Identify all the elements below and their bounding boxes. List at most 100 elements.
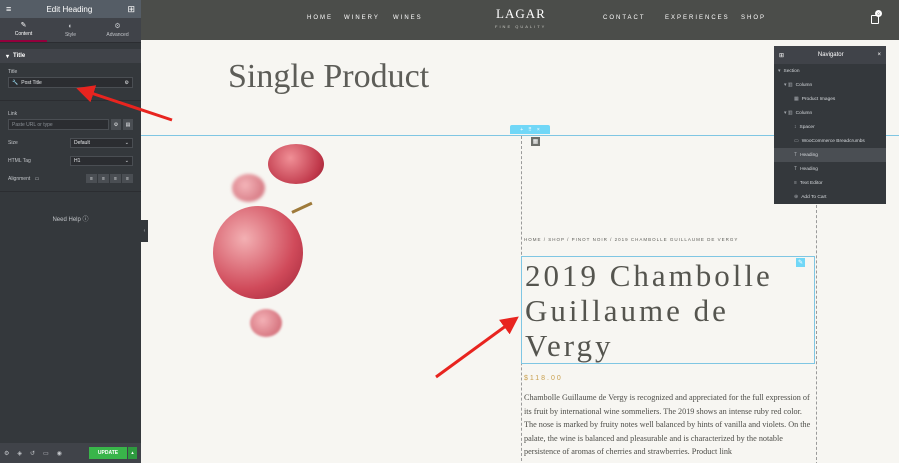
product-title[interactable]: 2019 Chambolle Guillaume de Vergy <box>525 258 805 363</box>
navigator-item-heading[interactable]: T Heading <box>774 148 886 162</box>
title-label: Title <box>8 69 18 75</box>
need-help-link[interactable]: Need Help ⓘ <box>0 214 141 223</box>
text-editor-icon: ≡ <box>794 180 797 186</box>
site-logo[interactable]: LAGAR <box>496 6 546 22</box>
layers-icon[interactable]: ◈ <box>17 450 22 457</box>
navigator-item-label: Product Images <box>801 96 836 102</box>
heading-icon: T <box>794 166 798 172</box>
gear-icon: ⚙ <box>114 23 121 30</box>
grape-image <box>232 174 265 202</box>
align-left-icon[interactable]: ≡ <box>86 174 97 183</box>
expand-all-icon[interactable]: ⊞ <box>779 52 784 59</box>
navigator-item-spacer[interactable]: ↕ Spacer <box>774 120 886 134</box>
navigator-header[interactable]: ⊞ Navigator × <box>774 46 886 64</box>
navigator-item-text-editor[interactable]: ≡ Text Editor <box>774 176 886 190</box>
collapse-panel-icon[interactable]: ‹ <box>141 220 148 242</box>
navigator-title: Navigator <box>817 52 844 58</box>
title-field[interactable]: 🔧 Post Title ⚙ <box>8 77 133 88</box>
pencil-icon: ✎ <box>20 22 27 29</box>
hamburger-menu-icon[interactable]: ≡ <box>6 4 11 14</box>
link-row: Paste URL or type ⚙ ▤ <box>8 119 133 130</box>
navigator-item-section[interactable]: ▾ Section <box>774 64 886 78</box>
drag-handle-icon[interactable]: ⠿ <box>528 127 532 133</box>
edit-pencil-icon[interactable]: ✎ <box>796 258 805 267</box>
nav-home[interactable]: HOME <box>307 15 333 21</box>
tab-content[interactable]: ✎ Content <box>0 18 47 42</box>
html-tag-select[interactable]: H1 ⌄ <box>70 156 133 166</box>
size-label: Size <box>8 140 18 146</box>
navigator-item-add-to-cart[interactable]: ⊕ Add To Cart <box>774 190 886 204</box>
navigator-item-breadcrumbs[interactable]: ▭ WooCommerce Breadcrumbs <box>774 134 886 148</box>
tab-style-label: Style <box>64 31 77 38</box>
add-icon[interactable]: + <box>520 127 523 133</box>
navigator-item-label: Column <box>795 110 813 116</box>
settings-icon[interactable]: ⚙ <box>4 450 9 457</box>
navigator-item-label: Add To Cart <box>801 194 827 200</box>
navigator-item-heading[interactable]: T Heading <box>774 162 886 176</box>
divider <box>0 100 141 101</box>
tab-content-label: Content <box>14 31 33 37</box>
nav-winery[interactable]: WINERY <box>344 15 380 21</box>
breadcrumbs-icon: ▭ <box>794 138 799 144</box>
annotation-arrow <box>435 316 519 379</box>
align-center-icon[interactable]: ≡ <box>98 174 109 183</box>
align-right-icon[interactable]: ≡ <box>110 174 121 183</box>
navigator-panel: ⊞ Navigator × ▾ Section ▾ ▥ Column ▦ Pro… <box>774 46 886 204</box>
section-title-toggle[interactable]: ▾ Title <box>0 49 141 63</box>
link-input[interactable]: Paste URL or type <box>8 119 109 130</box>
grape-image <box>250 309 282 337</box>
editor-sidebar: ≡ Edit Heading ⊞ ✎ Content ◐ Style ⚙ Adv… <box>0 0 141 463</box>
dynamic-tags-icon[interactable]: ▤ <box>123 119 133 130</box>
nav-experiences[interactable]: EXPERIENCES <box>665 15 730 21</box>
sidebar-title: Edit Heading <box>46 4 93 14</box>
navigator-item-column[interactable]: ▾ ▥ Column <box>774 106 886 120</box>
tab-advanced[interactable]: ⚙ Advanced <box>94 18 141 42</box>
size-select[interactable]: Default ⌄ <box>70 138 133 148</box>
grape-stem <box>291 201 315 219</box>
responsive-icon[interactable]: ▭ <box>43 450 49 457</box>
settings-icon[interactable]: ⚙ <box>125 80 129 86</box>
sidebar-footer: ⚙ ◈ ↺ ▭ ◉ UPDATE ▴ <box>0 443 141 463</box>
navigator-item-label: Heading <box>800 152 818 158</box>
nav-contact[interactable]: CONTACT <box>603 15 646 21</box>
grid-apps-icon[interactable]: ⊞ <box>127 4 135 14</box>
html-tag-label: HTML Tag <box>8 158 31 164</box>
navigator-item-product-images[interactable]: ▦ Product Images <box>774 92 886 106</box>
grape-image <box>268 144 324 184</box>
update-button[interactable]: UPDATE <box>89 447 127 459</box>
column-handle-icon[interactable]: ▦ <box>531 137 540 146</box>
product-description: Chambolle Guillaume de Vergy is recogniz… <box>524 393 811 457</box>
close-icon[interactable]: × <box>537 127 540 133</box>
navigator-item-label: Spacer <box>799 124 815 130</box>
html-tag-select-value: H1 <box>74 158 81 164</box>
section-handle[interactable]: + ⠿ × <box>510 125 550 134</box>
alignment-control: Alignment ▭ ≡ ≡ ≡ ≡ <box>0 170 141 187</box>
product-price: $118.00 <box>524 375 563 382</box>
link-settings-icon[interactable]: ⚙ <box>111 119 121 130</box>
html-tag-control: HTML Tag H1 ⌄ <box>0 152 141 170</box>
desktop-icon[interactable]: ▭ <box>35 176 40 182</box>
chevron-down-icon: ▾ <box>778 68 781 74</box>
divider <box>0 191 141 192</box>
nav-shop[interactable]: SHOP <box>741 15 766 21</box>
size-select-value: Default <box>74 140 90 146</box>
update-options-caret-icon[interactable]: ▴ <box>128 447 137 459</box>
heading-icon: T <box>794 152 798 158</box>
navigator-item-label: Column <box>795 82 813 88</box>
question-icon: ⓘ <box>82 217 89 223</box>
tab-style[interactable]: ◐ Style <box>47 18 94 42</box>
preview-eye-icon[interactable]: ◉ <box>57 450 62 457</box>
navigator-item-column[interactable]: ▾ ▥ Column <box>774 78 886 92</box>
nav-wines[interactable]: WINES <box>393 15 423 21</box>
site-logo-tagline: FINE QUALITY <box>495 24 547 29</box>
images-icon: ▦ <box>794 96 799 102</box>
align-justify-icon[interactable]: ≡ <box>122 174 133 183</box>
title-field-value: Post Title <box>21 79 42 86</box>
history-icon[interactable]: ↺ <box>30 450 35 457</box>
navigator-item-label: Heading <box>800 166 818 172</box>
page-title: Single Product <box>228 58 430 95</box>
need-help-label: Need Help <box>52 217 81 223</box>
close-icon[interactable]: × <box>877 52 881 58</box>
contrast-icon: ◐ <box>68 22 73 30</box>
tab-advanced-label: Advanced <box>106 32 129 38</box>
